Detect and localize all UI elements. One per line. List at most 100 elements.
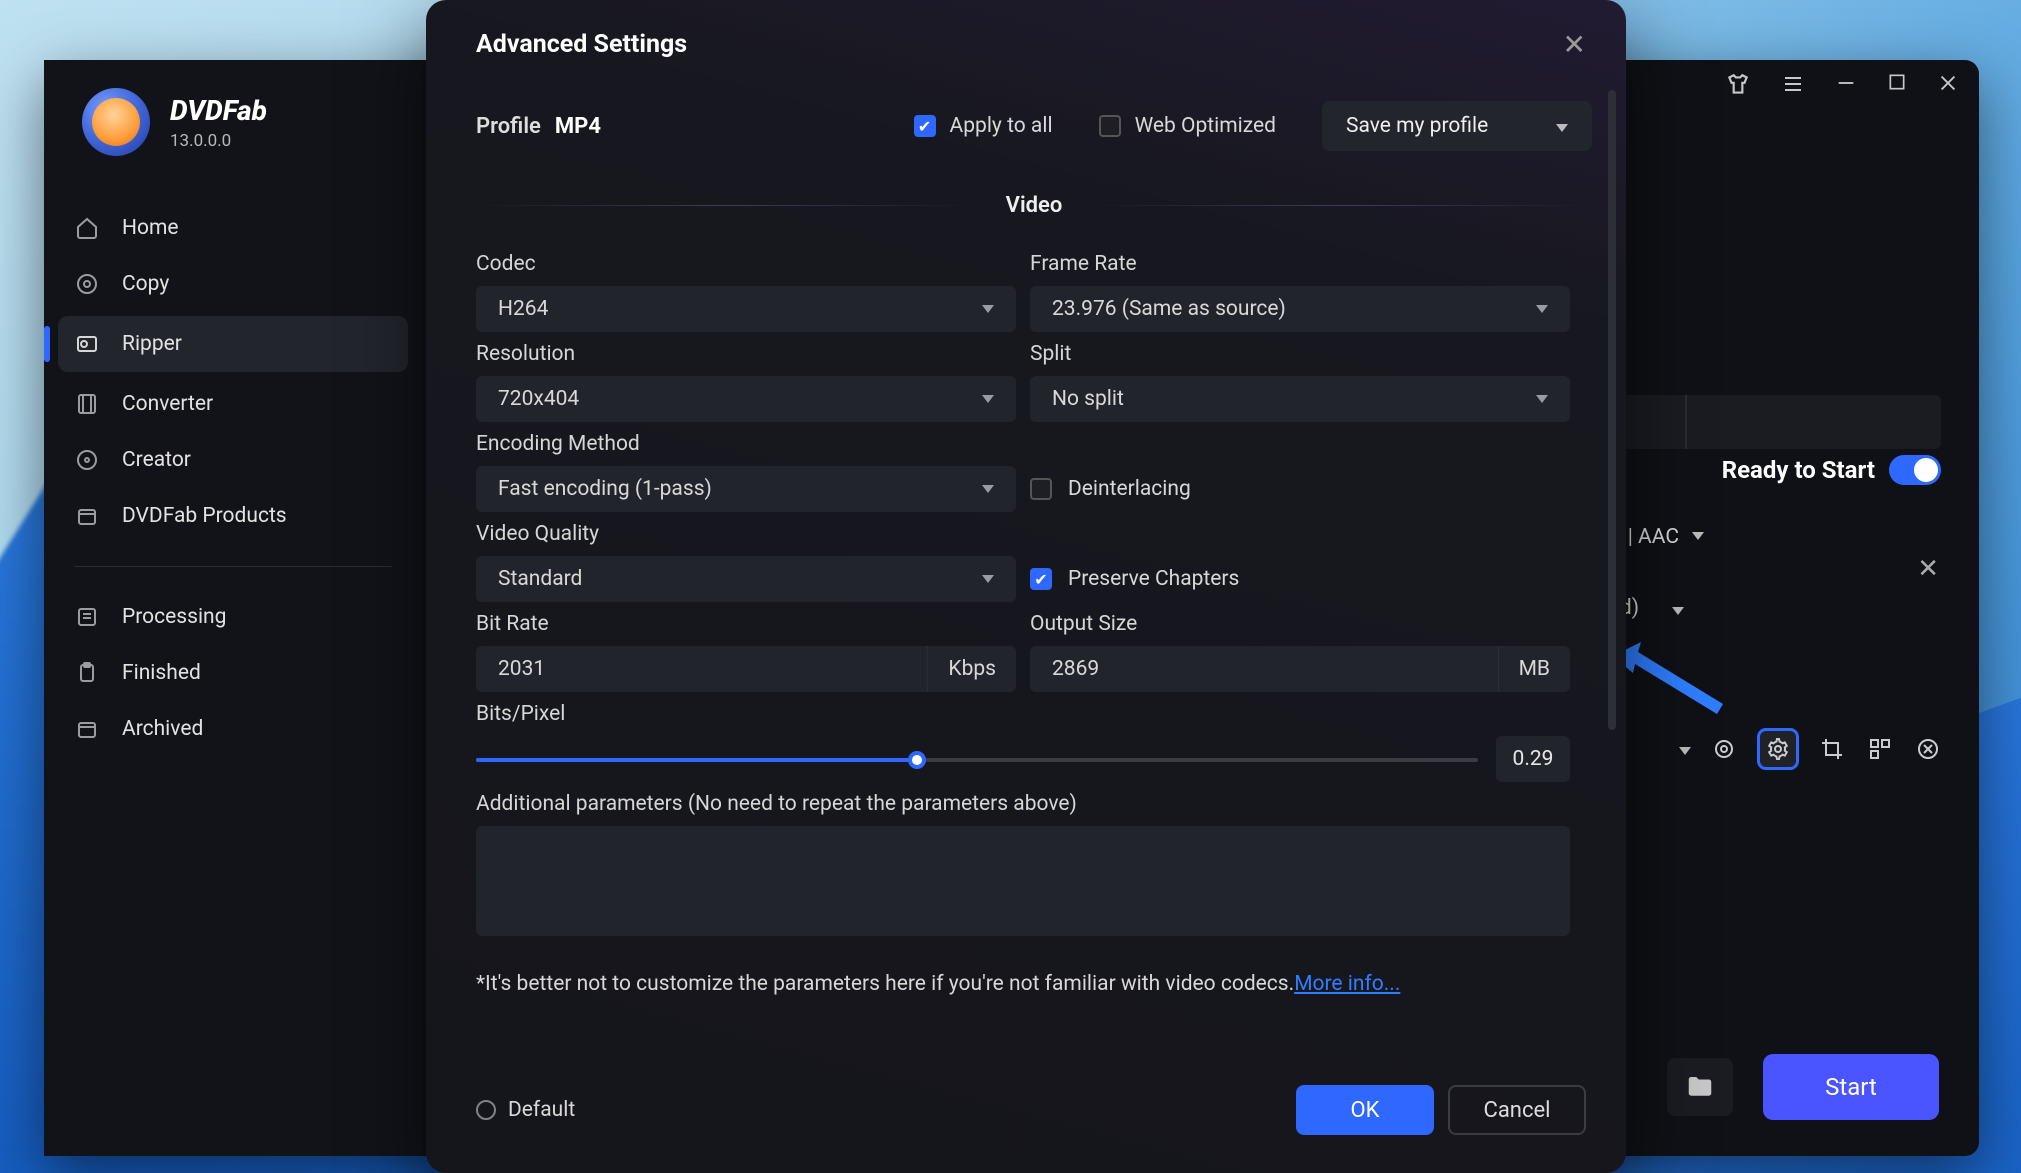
archive-icon xyxy=(74,716,100,742)
grid-icon[interactable] xyxy=(1865,734,1895,764)
save-profile-label: Save my profile xyxy=(1346,114,1488,138)
clipboard-icon xyxy=(74,660,100,686)
ripper-icon xyxy=(74,331,100,357)
chevron-down-icon[interactable] xyxy=(1679,740,1691,759)
encoding-select[interactable]: Fast encoding (1-pass) xyxy=(476,466,1016,512)
apply-to-all-label: Apply to all xyxy=(950,114,1053,138)
codec-select[interactable]: H264 xyxy=(476,286,1016,332)
chevron-down-icon xyxy=(1536,301,1548,317)
package-icon xyxy=(74,503,100,529)
chevron-down-icon xyxy=(982,391,994,407)
sidebar-item-label: Creator xyxy=(122,448,191,472)
bpp-label: Bits/Pixel xyxy=(476,702,1570,726)
profile-value: MP4 xyxy=(555,114,601,139)
profile-display: Profile MP4 xyxy=(476,114,601,139)
more-info-link[interactable]: More info... xyxy=(1294,972,1400,996)
framerate-label: Frame Rate xyxy=(1030,252,1570,276)
video-section-title: Video xyxy=(972,193,1097,218)
preserve-chapters-label: Preserve Chapters xyxy=(1068,567,1239,591)
sidebar-item-label: Finished xyxy=(122,661,201,685)
ok-button[interactable]: OK xyxy=(1296,1085,1434,1135)
sidebar-item-archived[interactable]: Archived xyxy=(44,701,422,757)
checkbox-icon xyxy=(1030,478,1052,500)
annotation-arrow-icon xyxy=(1613,642,1723,722)
chevron-down-icon xyxy=(982,481,994,497)
ready-toggle[interactable] xyxy=(1889,455,1941,485)
encoding-label: Encoding Method xyxy=(476,432,1016,456)
cancel-label: Cancel xyxy=(1484,1098,1551,1123)
deinterlacing-checkbox[interactable]: Deinterlacing xyxy=(1030,466,1191,512)
checkbox-checked-icon: ✔ xyxy=(1030,568,1052,590)
sidebar-item-copy[interactable]: Copy xyxy=(44,256,422,312)
apply-to-all-checkbox[interactable]: ✔ Apply to all xyxy=(914,114,1053,138)
crop-icon[interactable] xyxy=(1817,734,1847,764)
sidebar-item-label: Processing xyxy=(122,605,226,629)
quality-value: Standard xyxy=(498,567,582,591)
sidebar-item-label: Home xyxy=(122,216,179,240)
sidebar-item-label: Converter xyxy=(122,392,213,416)
sidebar-item-label: Copy xyxy=(122,272,169,296)
sidebar-item-converter[interactable]: Converter xyxy=(44,376,422,432)
split-select[interactable]: No split xyxy=(1030,376,1570,422)
codec-label: Codec xyxy=(476,252,1016,276)
bitrate-input[interactable]: 2031 xyxy=(476,646,927,692)
task-close-icon[interactable]: ✕ xyxy=(1917,554,1939,584)
preserve-chapters-checkbox[interactable]: ✔ Preserve Chapters xyxy=(1030,556,1239,602)
chevron-down-icon[interactable] xyxy=(1692,525,1704,544)
sidebar-item-label: Ripper xyxy=(122,332,182,356)
checkbox-checked-icon: ✔ xyxy=(914,115,936,137)
chevron-down-icon[interactable] xyxy=(1672,600,1684,619)
default-label: Default xyxy=(508,1098,575,1122)
framerate-select[interactable]: 23.976 (Same as source) xyxy=(1030,286,1570,332)
save-profile-dropdown[interactable]: Save my profile xyxy=(1322,101,1592,151)
cancel-button[interactable]: Cancel xyxy=(1448,1085,1586,1135)
output-folder-button[interactable] xyxy=(1667,1058,1733,1116)
remove-icon[interactable] xyxy=(1913,734,1943,764)
target-icon[interactable] xyxy=(1709,734,1739,764)
resolution-select[interactable]: 720x404 xyxy=(476,376,1016,422)
bitrate-value: 2031 xyxy=(498,657,545,681)
scrollbar[interactable] xyxy=(1608,90,1616,1010)
default-radio[interactable]: Default xyxy=(476,1098,575,1122)
ok-label: OK xyxy=(1351,1098,1380,1123)
framerate-value: 23.976 (Same as source) xyxy=(1052,297,1286,321)
output-input[interactable]: 2869 xyxy=(1030,646,1498,692)
output-label: Output Size xyxy=(1030,612,1570,636)
ready-label: Ready to Start xyxy=(1722,456,1875,484)
sidebar-item-finished[interactable]: Finished xyxy=(44,645,422,701)
radio-icon xyxy=(476,1100,496,1120)
chevron-down-icon xyxy=(1536,391,1548,407)
advanced-settings-modal: Advanced Settings ✕ Profile MP4 ✔ Apply … xyxy=(426,0,1626,1173)
chevron-down-icon xyxy=(982,301,994,317)
web-optimized-label: Web Optimized xyxy=(1135,114,1276,138)
start-button[interactable]: Start xyxy=(1763,1054,1939,1120)
brand: DVDFab 13.0.0.0 xyxy=(44,88,422,186)
web-optimized-checkbox[interactable]: Web Optimized xyxy=(1099,114,1276,138)
checkbox-icon xyxy=(1099,115,1121,137)
app-name: DVDFab xyxy=(170,94,267,127)
search-box-fragment[interactable] xyxy=(1611,395,1941,449)
advanced-settings-button[interactable] xyxy=(1757,728,1799,770)
sidebar-item-creator[interactable]: Creator xyxy=(44,432,422,488)
bpp-slider[interactable] xyxy=(476,739,1478,779)
sidebar-item-ripper[interactable]: Ripper xyxy=(58,316,408,372)
close-icon[interactable]: ✕ xyxy=(1563,28,1586,61)
quality-label: Video Quality xyxy=(476,522,1016,546)
addparams-input[interactable] xyxy=(476,826,1570,936)
resolution-label: Resolution xyxy=(476,342,1016,366)
bitrate-unit: Kbps xyxy=(927,646,1016,692)
split-label: Split xyxy=(1030,342,1570,366)
chevron-down-icon xyxy=(982,571,994,587)
bpp-value: 0.29 xyxy=(1496,736,1570,782)
sidebar-item-products[interactable]: DVDFab Products xyxy=(44,488,422,544)
quality-select[interactable]: Standard xyxy=(476,556,1016,602)
codec-value: H264 xyxy=(498,297,548,321)
film-icon xyxy=(74,391,100,417)
split-value: No split xyxy=(1052,387,1124,411)
sidebar: DVDFab 13.0.0.0 Home Copy Ripper Convert… xyxy=(44,60,422,1156)
deinterlacing-label: Deinterlacing xyxy=(1068,477,1191,501)
sidebar-item-home[interactable]: Home xyxy=(44,200,422,256)
start-button-label: Start xyxy=(1825,1073,1877,1101)
bitrate-label: Bit Rate xyxy=(476,612,1016,636)
sidebar-item-processing[interactable]: Processing xyxy=(44,589,422,645)
